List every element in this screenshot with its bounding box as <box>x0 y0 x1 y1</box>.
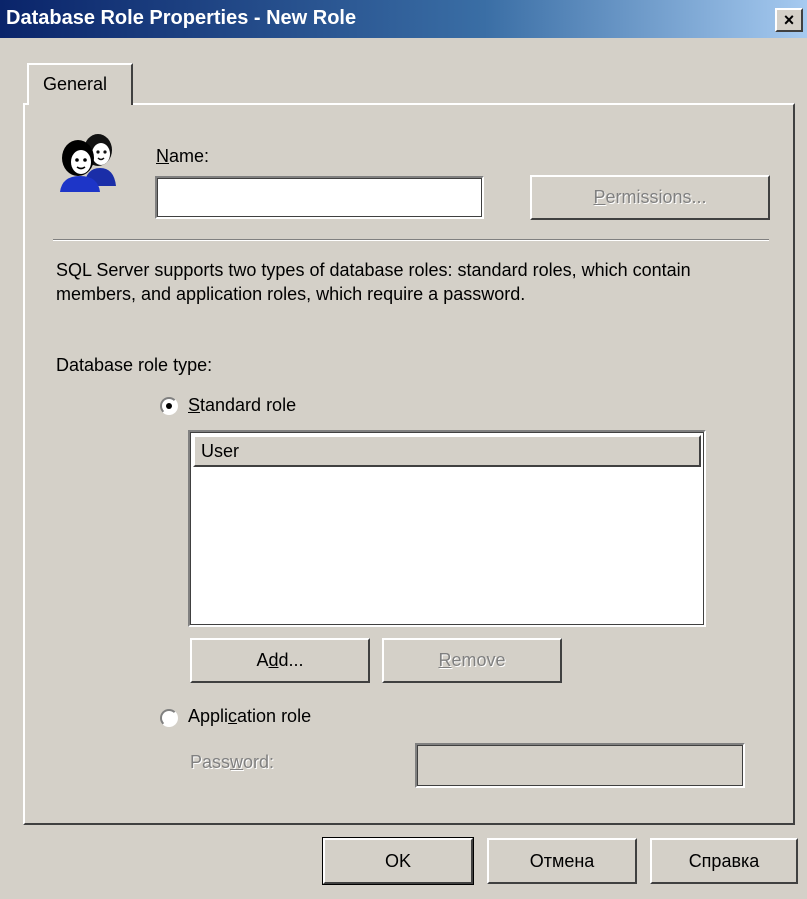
permissions-button-label: Permissions... <box>593 187 707 207</box>
radio-selected-dot <box>166 403 172 409</box>
close-icon: × <box>783 9 795 30</box>
standard-role-radio[interactable] <box>160 397 178 415</box>
title-bar: Database Role Properties - New Role × <box>0 0 807 38</box>
role-type-label: Database role type: <box>56 355 213 375</box>
add-member-label: Add... <box>256 650 304 670</box>
name-label: Name: <box>156 146 210 166</box>
role-users-icon <box>52 128 124 194</box>
window-title: Database Role Properties - New Role <box>6 7 357 29</box>
application-role-label[interactable]: Application role <box>188 706 311 727</box>
standard-role-label[interactable]: Standard role <box>188 395 296 416</box>
role-description: SQL Server supports two types of databas… <box>56 260 691 304</box>
add-member-button[interactable]: Add... <box>190 638 370 683</box>
tab-general-label: General <box>43 74 108 94</box>
members-list[interactable]: User <box>188 430 706 627</box>
members-column-header[interactable]: User <box>193 435 701 467</box>
application-role-radio[interactable] <box>160 709 178 727</box>
name-input[interactable] <box>155 176 484 219</box>
password-input[interactable] <box>415 743 745 788</box>
help-button[interactable]: Справка <box>650 838 798 884</box>
remove-member-button[interactable]: Remove <box>382 638 562 683</box>
cancel-button[interactable]: Отмена <box>487 838 637 884</box>
ok-button[interactable]: OK <box>322 837 474 885</box>
password-label: Password: <box>190 752 275 772</box>
permissions-button[interactable]: Permissions... <box>530 175 770 220</box>
remove-member-label: Remove <box>438 650 506 670</box>
tab-general[interactable]: General <box>27 63 133 105</box>
close-button[interactable]: × <box>775 8 803 32</box>
